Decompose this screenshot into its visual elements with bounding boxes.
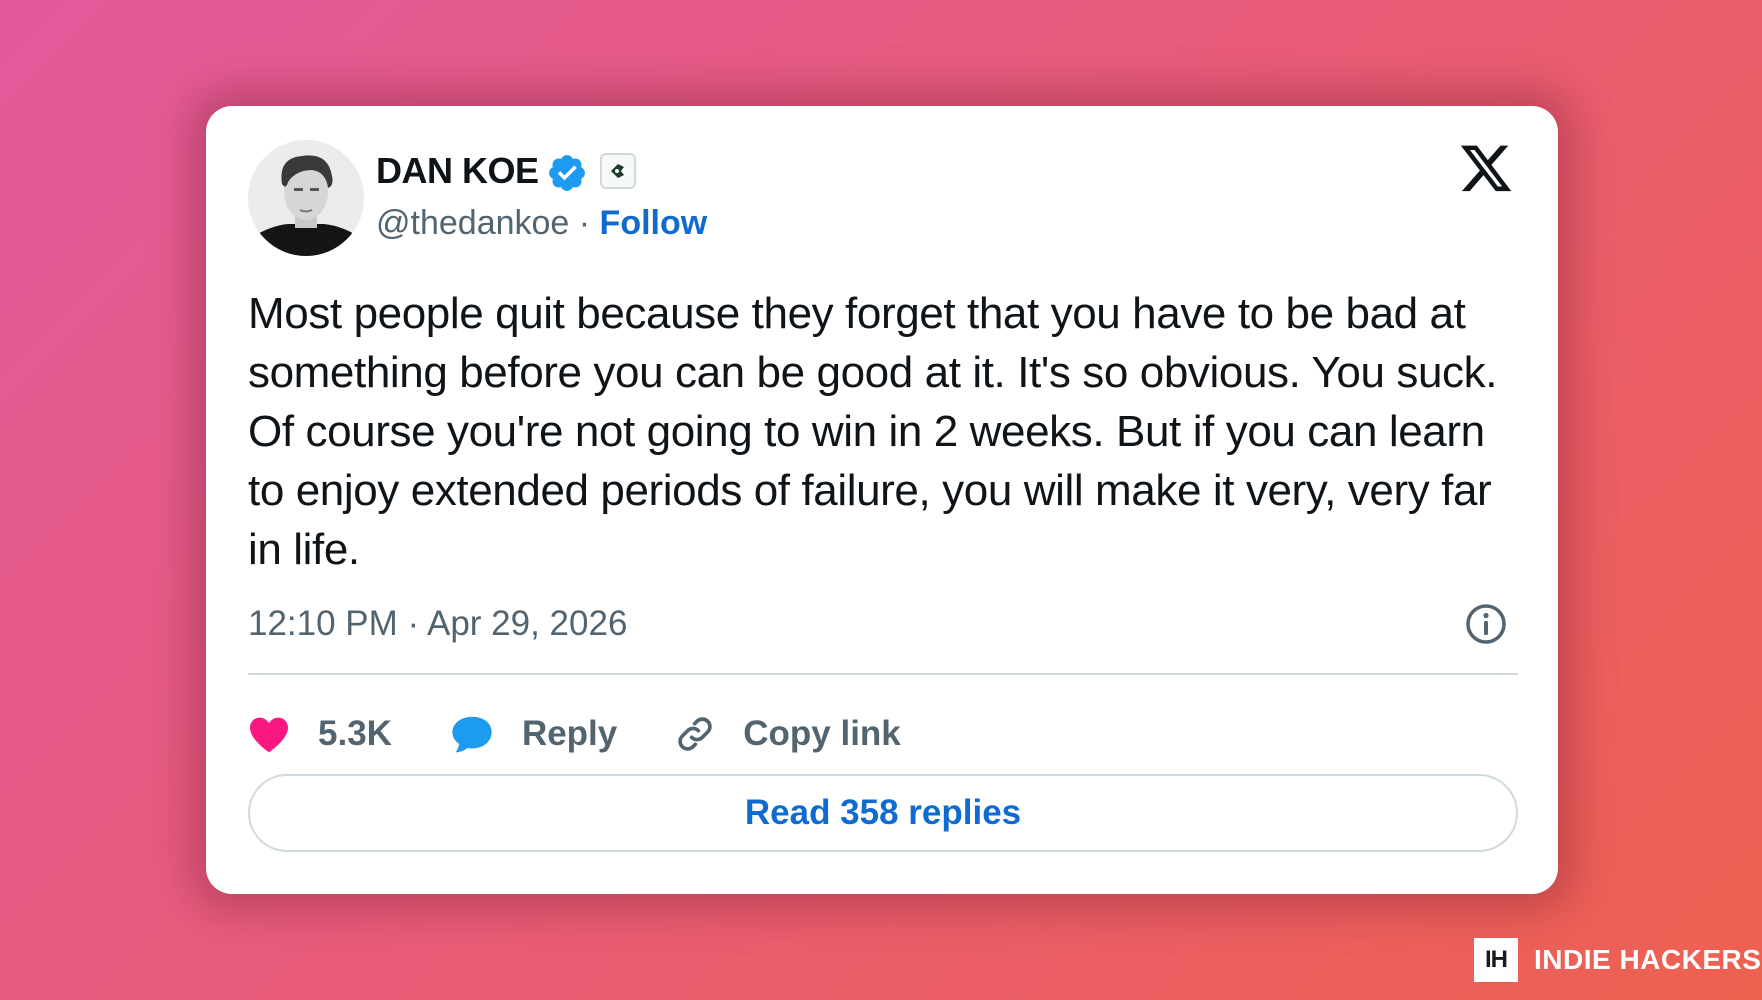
tweet-text: Most people quit because they forget tha… (248, 289, 1498, 574)
ih-logo: IH (1474, 938, 1518, 982)
reply-label: Reply (521, 714, 618, 753)
avatar-image (248, 140, 364, 256)
heart-icon (250, 717, 288, 753)
speech-bubble-icon (452, 716, 492, 753)
reply-button[interactable]: Reply (450, 714, 617, 754)
like-count: 5.3K (318, 714, 392, 753)
tweet-card: DAN KOE @thedankoe · Follow Most people … (206, 106, 1558, 894)
divider (248, 673, 1518, 675)
action-bar: 5.3K Reply Copy link (248, 704, 959, 764)
handle[interactable]: @thedankoe (376, 204, 569, 242)
indie-hackers-watermark: IH INDIE HACKERS (1474, 938, 1761, 982)
ih-brand-text: INDIE HACKERS (1534, 944, 1762, 975)
info-icon[interactable] (1464, 602, 1508, 646)
handle-row: @thedankoe · Follow (376, 204, 707, 243)
link-icon (678, 717, 712, 751)
verified-badge-icon (549, 155, 585, 191)
read-replies-button[interactable]: Read 358 replies (248, 774, 1518, 852)
author-name[interactable]: DAN KOE (376, 150, 539, 192)
handle-separator: · (569, 204, 600, 242)
x-logo-icon[interactable] (1458, 140, 1514, 192)
affiliate-badge-icon (600, 153, 636, 189)
avatar[interactable] (248, 140, 364, 256)
copy-link-button[interactable]: Copy link (675, 714, 901, 754)
follow-button[interactable]: Follow (600, 204, 708, 242)
tweet-timestamp[interactable]: 12:10 PM · Apr 29, 2026 (248, 604, 627, 644)
like-button[interactable]: 5.3K (248, 714, 392, 754)
copy-link-label: Copy link (743, 714, 901, 753)
